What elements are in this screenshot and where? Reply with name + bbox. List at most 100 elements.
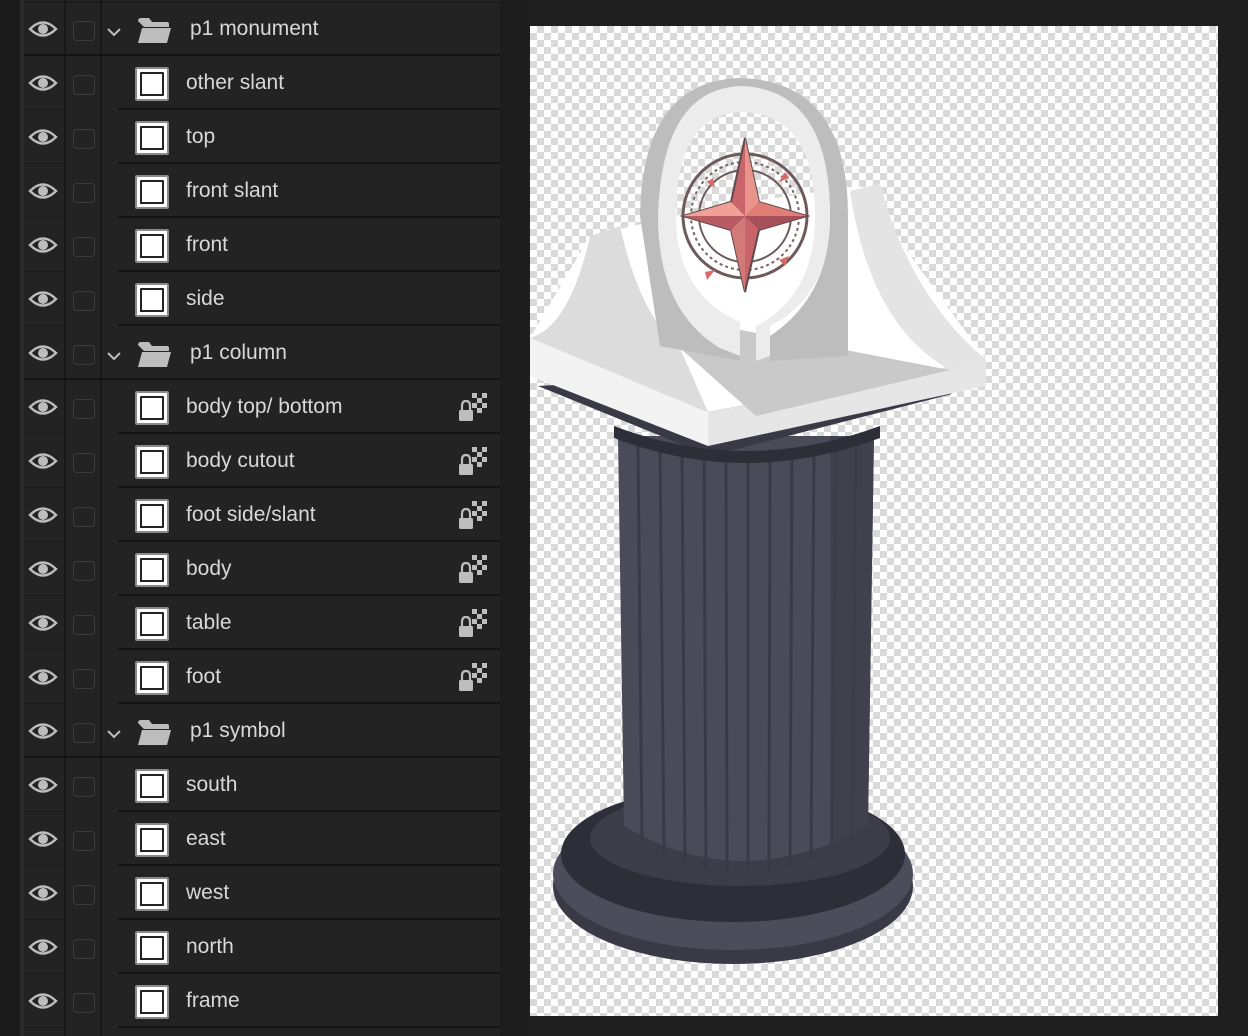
eye-icon[interactable]	[28, 612, 58, 634]
layer-row[interactable]: table	[24, 596, 500, 650]
layer-thumbnail-icon[interactable]	[135, 229, 169, 263]
layer-row[interactable]: side	[24, 272, 500, 326]
layer-select-checkbox[interactable]	[73, 507, 95, 527]
layer-thumbnail-icon[interactable]	[135, 769, 169, 803]
layer-row[interactable]: foot	[24, 650, 500, 704]
layer-thumbnail-icon[interactable]	[135, 607, 169, 641]
layer-select-checkbox[interactable]	[73, 993, 95, 1013]
eye-icon[interactable]	[28, 18, 58, 40]
layer-group-row[interactable]: p1 monument	[24, 2, 500, 56]
layer-select-checkbox[interactable]	[73, 399, 95, 419]
group-name: p1 symbol	[190, 719, 286, 742]
layer-select-checkbox[interactable]	[73, 615, 95, 635]
layer-name: front slant	[186, 179, 279, 202]
layer-row[interactable]: south	[24, 758, 500, 812]
layer-select-checkbox[interactable]	[73, 831, 95, 851]
layer-row[interactable]: top	[24, 110, 500, 164]
eye-icon[interactable]	[28, 720, 58, 742]
layer-row[interactable]: body cutout	[24, 434, 500, 488]
chevron-down-icon[interactable]	[104, 24, 124, 40]
transparency-lock-icon[interactable]	[458, 662, 490, 692]
transparency-lock-icon[interactable]	[458, 500, 490, 530]
eye-icon[interactable]	[28, 234, 58, 256]
layer-row[interactable]: west	[24, 866, 500, 920]
layer-name: south	[186, 773, 238, 796]
layer-thumbnail-icon[interactable]	[135, 445, 169, 479]
transparency-lock-icon[interactable]	[458, 392, 490, 422]
eye-icon[interactable]	[28, 72, 58, 94]
transparency-lock-icon[interactable]	[458, 608, 490, 638]
layer-name: north	[186, 935, 234, 958]
layer-name: front	[186, 233, 229, 256]
layer-name: other slant	[186, 71, 285, 94]
layer-row[interactable]: front	[24, 218, 500, 272]
layer-select-checkbox[interactable]	[73, 561, 95, 581]
eye-icon[interactable]	[28, 828, 58, 850]
eye-icon[interactable]	[28, 504, 58, 526]
layer-select-checkbox[interactable]	[73, 453, 95, 473]
layer-row[interactable]: foot side/slant	[24, 488, 500, 542]
layer-thumbnail-icon[interactable]	[135, 661, 169, 695]
layer-name: body cutout	[186, 449, 295, 472]
column-shade	[830, 436, 874, 846]
transparency-lock-icon[interactable]	[458, 554, 490, 584]
layer-thumbnail-icon[interactable]	[135, 67, 169, 101]
layer-row[interactable]: body	[24, 542, 500, 596]
eye-icon[interactable]	[28, 666, 58, 688]
layer-row[interactable]: east	[24, 812, 500, 866]
layer-select-checkbox[interactable]	[73, 777, 95, 797]
eye-icon[interactable]	[28, 990, 58, 1012]
eye-icon[interactable]	[28, 288, 58, 310]
eye-icon[interactable]	[28, 396, 58, 418]
layer-thumbnail-icon[interactable]	[135, 553, 169, 587]
layer-name: body	[186, 557, 232, 580]
canvas-area[interactable]	[500, 0, 1248, 1036]
eye-icon[interactable]	[28, 126, 58, 148]
panel-edge	[0, 0, 20, 1036]
layer-select-checkbox[interactable]	[73, 669, 95, 689]
layer-thumbnail-icon[interactable]	[135, 877, 169, 911]
layer-select-checkbox[interactable]	[73, 939, 95, 959]
layer-thumbnail-icon[interactable]	[135, 283, 169, 317]
eye-icon[interactable]	[28, 882, 58, 904]
layer-name: west	[186, 881, 230, 904]
layer-select-checkbox[interactable]	[73, 237, 95, 257]
layer-name: side	[186, 287, 225, 310]
eye-icon[interactable]	[28, 774, 58, 796]
layer-name: frame	[186, 989, 240, 1012]
layer-group-row[interactable]: p1 column	[24, 326, 500, 380]
layer-row[interactable]: other slant	[24, 56, 500, 110]
layer-row[interactable]: frame	[24, 974, 500, 1028]
chevron-down-icon[interactable]	[104, 348, 124, 364]
layer-thumbnail-icon[interactable]	[135, 985, 169, 1019]
panel-splitter[interactable]	[500, 0, 528, 1036]
layer-select-checkbox[interactable]	[73, 21, 95, 41]
eye-icon[interactable]	[28, 180, 58, 202]
layer-select-checkbox[interactable]	[73, 885, 95, 905]
layer-select-checkbox[interactable]	[73, 75, 95, 95]
eye-icon[interactable]	[28, 450, 58, 472]
layer-select-checkbox[interactable]	[73, 345, 95, 365]
chevron-down-icon[interactable]	[104, 726, 124, 742]
layer-row[interactable]: front slant	[24, 164, 500, 218]
layer-select-checkbox[interactable]	[73, 291, 95, 311]
layer-thumbnail-icon[interactable]	[135, 121, 169, 155]
layer-name: body top/ bottom	[186, 395, 343, 418]
layer-group-row[interactable]: p1 symbol	[24, 704, 500, 758]
eye-icon[interactable]	[28, 342, 58, 364]
layer-select-checkbox[interactable]	[73, 723, 95, 743]
layer-thumbnail-icon[interactable]	[135, 931, 169, 965]
transparency-lock-icon[interactable]	[458, 446, 490, 476]
layer-select-checkbox[interactable]	[73, 129, 95, 149]
folder-icon	[136, 339, 172, 369]
layer-row[interactable]: north	[24, 920, 500, 974]
eye-icon[interactable]	[28, 936, 58, 958]
document-canvas[interactable]	[530, 26, 1218, 1016]
layer-thumbnail-icon[interactable]	[135, 391, 169, 425]
layer-row[interactable]: body top/ bottom	[24, 380, 500, 434]
eye-icon[interactable]	[28, 558, 58, 580]
layer-thumbnail-icon[interactable]	[135, 175, 169, 209]
layer-thumbnail-icon[interactable]	[135, 499, 169, 533]
layer-select-checkbox[interactable]	[73, 183, 95, 203]
layer-thumbnail-icon[interactable]	[135, 823, 169, 857]
